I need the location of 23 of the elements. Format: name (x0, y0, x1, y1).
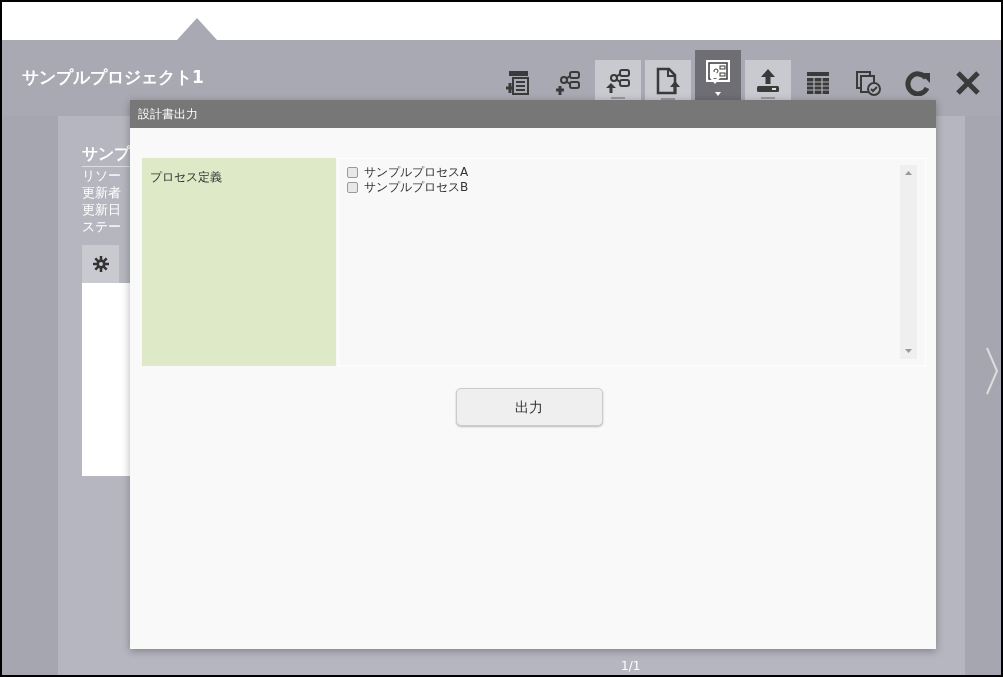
card-field-label: ステー (82, 218, 122, 235)
dialog-title: 設計書出力 (138, 106, 198, 123)
upload-icon (755, 67, 781, 94)
card-field-label: 更新者 (82, 184, 122, 201)
checkbox[interactable] (347, 182, 358, 193)
checkbox-label: サンプルプロセスB (364, 180, 469, 195)
pager-text: 1/1 (621, 658, 641, 675)
card-field-label: リソー (82, 167, 122, 184)
gear-icon (92, 256, 109, 272)
document-upload-icon (656, 66, 680, 95)
checkbox-label: サンプルプロセスA (364, 165, 469, 180)
flow-add-icon (555, 70, 581, 96)
document-check-icon (855, 70, 881, 96)
table-add-icon (506, 70, 530, 96)
flow-upload-icon (605, 67, 631, 94)
field-label: プロセス定義 (150, 170, 222, 184)
close-icon (955, 70, 981, 96)
refresh-icon (905, 70, 931, 96)
project-title: サンプルプロジェクト1 (22, 66, 204, 90)
checkbox[interactable] (347, 167, 358, 178)
output-button[interactable]: 出力 (455, 388, 603, 426)
card-field-label: 更新日 (82, 201, 122, 218)
grid-icon (806, 71, 830, 95)
